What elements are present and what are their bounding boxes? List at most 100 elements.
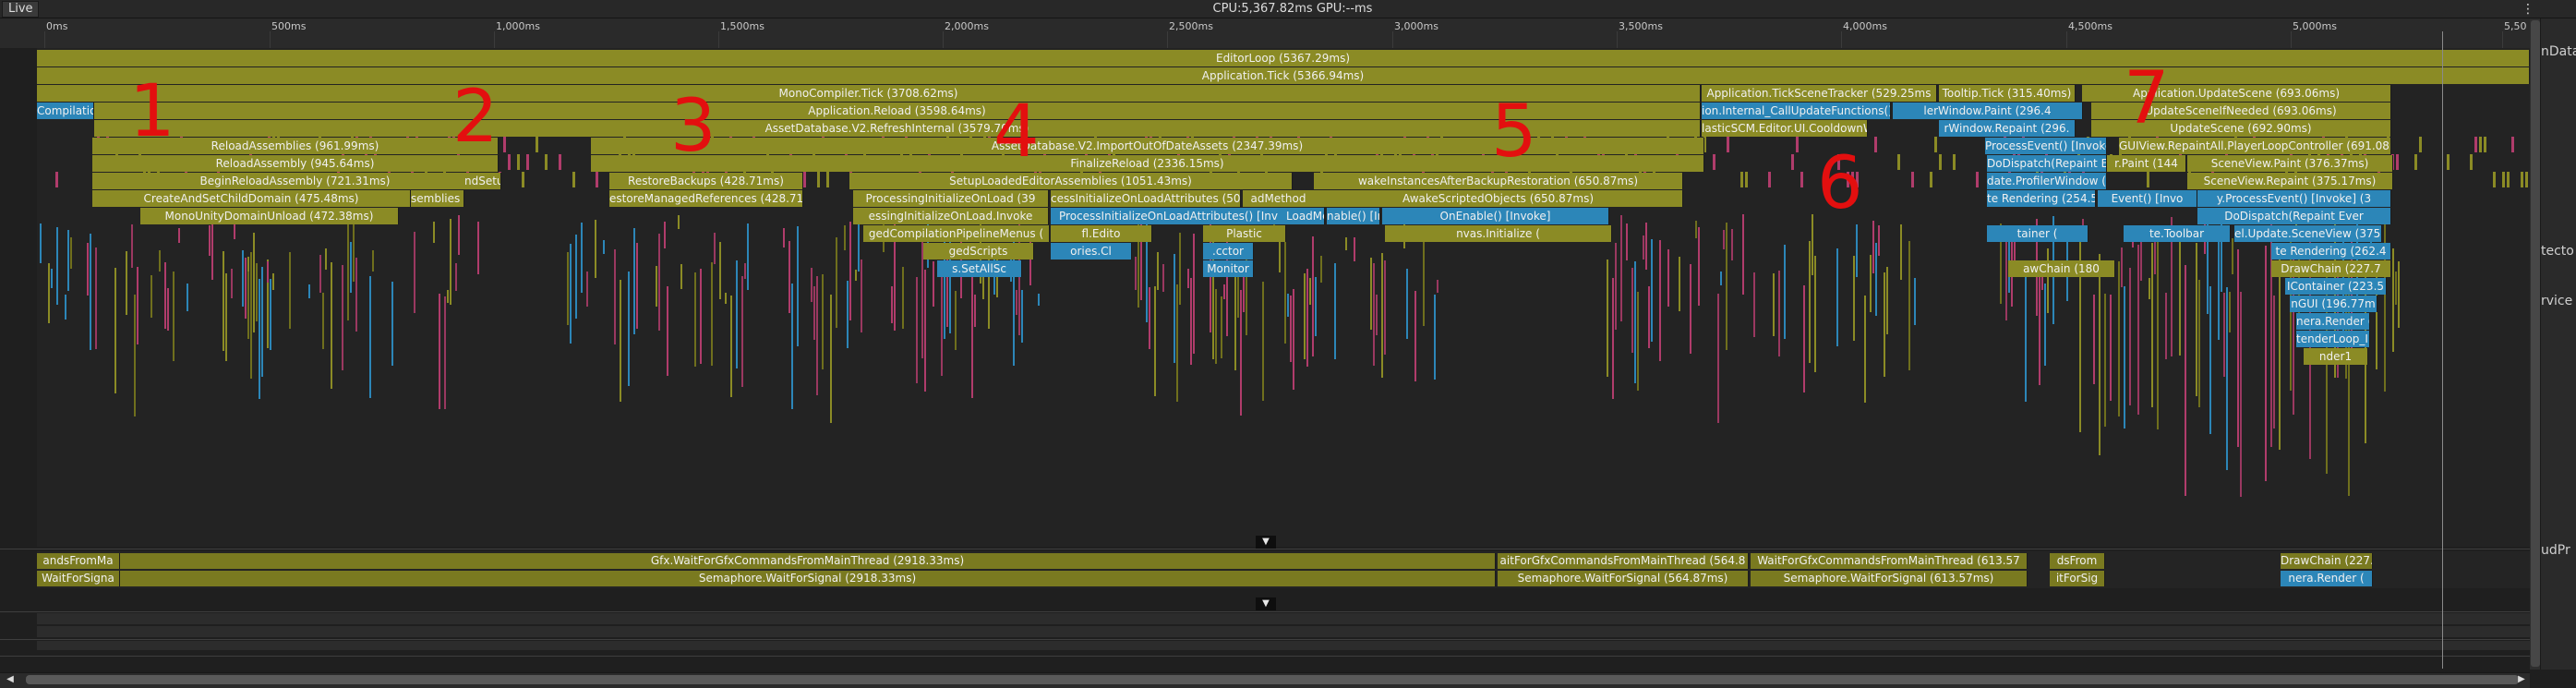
flame-sample-bar[interactable]: Application.Tick (5366.94ms) [37,67,2530,84]
render-sample-bar[interactable]: andsFromMa [37,553,120,569]
flame-sample-bar[interactable]: gedScripts [923,243,1034,260]
flame-sample-bar[interactable]: Compilatio [37,103,94,119]
flame-sample-bar[interactable]: nder1 [2304,348,2368,365]
flame-sample-bar[interactable]: Tooltip.Tick (315.40ms) [1939,85,2076,102]
flame-sample-bar[interactable]: Application.TickSceneTracker (529.25ms [1702,85,1937,102]
render-thread-flame-chart[interactable]: andsFromMa Gfx.WaitForGfxCommandsFromMain… [37,551,2530,588]
flame-sample-bar[interactable]: nable() [In [1327,208,1380,224]
scroll-left-icon[interactable]: ◀ [4,673,17,686]
flame-sample-bar[interactable]: OnEnable() [Invoke] [1382,208,1609,224]
flame-sample-bar[interactable]: te.Toolbar [2124,225,2231,242]
main-thread-flame-chart[interactable]: EditorLoop (5367.29ms) Application.Tick (… [37,48,2530,547]
frame-stats: CPU:5,367.82ms GPU:--ms [1212,2,1373,16]
flame-sample-bar[interactable]: nera.Render ( [2296,313,2370,330]
flame-sample-bar[interactable]: r.Paint (144 [2107,155,2186,172]
flame-sample-bar[interactable]: te Rendering (262.4 [2271,243,2391,260]
flame-sample-bar[interactable]: rWindow.Repaint (296. [1939,120,2076,137]
live-button[interactable]: Live [2,1,39,18]
flame-sample-bar[interactable]: RestoreBackups (428.71ms) [609,173,803,189]
render-sample-bar[interactable]: nera.Render ( [2281,571,2373,586]
flame-sample-bar[interactable]: UpdateSceneIfNeeded (693.06ms) [2091,103,2391,119]
flame-sample-bar[interactable]: el.Update.SceneView (375.07 [2234,225,2382,242]
flame-sample-bar[interactable]: EditorLoop (5367.29ms) [37,50,2530,66]
flame-sample-bar[interactable]: DrawChain (227.7 [2271,260,2391,277]
render-sample-bar[interactable]: aitForGfxCommandsFromMainThread (564.8 [1498,553,1749,569]
flame-sample-bar[interactable]: SetupLoadedEditorAssemblies (1051.43ms) [849,173,1293,189]
flame-sample-bar[interactable]: IContainer (223.5 [2285,278,2387,295]
collapse-render-thread-button[interactable]: ▼ [1256,597,1276,610]
render-sample-bar[interactable]: WaitForGfxCommandsFromMainThread (613.57 [1751,553,2028,569]
flame-sample-bar[interactable]: Monitor [1203,260,1254,277]
scroll-right-icon[interactable]: ▶ [2515,673,2528,686]
flame-sample-bar[interactable]: estoreManagedReferences (428.71 [609,190,803,207]
flame-sample-bar[interactable]: .cctor [1203,243,1254,260]
ruler-tick-label: 0ms [46,20,68,32]
flame-sample-bar[interactable]: ProcessEvent() [Invoke] [1985,138,2107,154]
flame-sample-bar[interactable]: cessInitializeOnLoadAttributes (501.91 [1051,190,1241,207]
lane-separator [0,639,2530,640]
side-label: tecto [2541,244,2574,259]
ruler-tick-label: 500ms [271,20,307,32]
render-sample-bar[interactable]: WaitForSigna [37,571,120,586]
ruler-tick-label: 4,000ms [1843,20,1887,32]
flame-sample-bar[interactable]: Application.UpdateScene (693.06ms) [2082,85,2391,102]
flame-sample-bar[interactable]: LoadMet [1286,208,1325,224]
flame-sample-bar[interactable]: Plastic [1203,225,1286,242]
flame-sample-bar[interactable]: lasticSCM.Editor.UI.CooldownWind [1702,120,1868,137]
flame-sample-bar[interactable]: ReloadAssemblies (961.99ms) [92,138,499,154]
flame-sample-bar[interactable]: tainer ( [1987,225,2088,242]
flame-sample-bar[interactable]: date.ProfilerWindow (2 [1987,173,2107,189]
flame-sample-bar[interactable]: AssetDatabase.V2.ImportOutOfDateAssets (… [591,138,1704,154]
flame-sample-bar[interactable]: adMethod [1243,190,1315,207]
flame-sample-bar[interactable]: s.SetAllSc [937,260,1022,277]
flame-sample-bar[interactable]: nvas.Initialize ( [1385,225,1612,242]
flame-sample-bar[interactable]: ories.Cl [1051,243,1132,260]
flame-sample-bar[interactable]: Event() [Invo [2098,190,2197,207]
lane-separator [0,611,2530,612]
flame-sample-bar[interactable]: MonoUnityDomainUnload (472.38ms) [140,208,399,224]
flame-sample-bar[interactable]: ion.Internal_CallUpdateFunctions() [Invo [1702,103,1891,119]
lane-separator [0,656,2530,657]
flame-sample-bar[interactable]: Application.Reload (3598.64ms) [94,103,1701,119]
flame-sample-bar[interactable]: MonoCompiler.Tick (3708.62ms) [37,85,1701,102]
flame-sample-bar[interactable]: BeginReloadAssembly (721.31ms) [92,173,499,189]
flame-sample-bar[interactable]: te Rendering (254.5 [1987,190,2096,207]
flame-sample-bar[interactable]: FinalizeReload (2336.15ms) [591,155,1704,172]
flame-sample-bar[interactable]: SceneView.Repaint (375.17ms) [2187,173,2393,189]
flame-sample-bar[interactable]: nGUI (196.77m [2290,296,2377,312]
flame-sample-bar[interactable]: UpdateScene (692.90ms) [2091,120,2391,137]
flame-sample-bar[interactable]: fl.Edito [1051,225,1152,242]
render-sample-bar[interactable]: itForSig [2050,571,2105,586]
flame-sample-bar[interactable]: ReloadAssembly (945.64ms) [92,155,499,172]
flame-sample-bar[interactable]: semblies (1 [411,190,464,207]
flame-sample-bar[interactable]: CreateAndSetChildDomain (475.48ms) [92,190,411,207]
ruler-tick-label: 2,500ms [1169,20,1213,32]
side-label: rvice [2541,294,2573,308]
flame-sample-bar[interactable]: SceneView.Paint (376.37ms) [2187,155,2393,172]
flame-sample-bar[interactable]: awChain (180 [2008,260,2115,277]
flame-sample-bar[interactable]: tenderLoop_In [2296,331,2370,347]
flame-sample-bar[interactable]: wakeInstancesAfterBackupRestoration (650… [1314,173,1683,189]
flame-sample-bar[interactable]: essingInitializeOnLoad.Invoke [853,208,1049,224]
render-sample-bar[interactable]: Semaphore.WaitForSignal (564.87ms) [1498,571,1749,586]
flame-sample-bar[interactable]: ProcessingInitializeOnLoad (39 [853,190,1049,207]
render-sample-bar[interactable]: Semaphore.WaitForSignal (613.57ms) [1751,571,2028,586]
kebab-icon[interactable]: ⋮ [2522,1,2534,18]
flame-sample-bar[interactable]: DoDispatch(Repaint Ever [2197,208,2391,224]
flame-sample-bar[interactable]: AssetDatabase.V2.RefreshInternal (3579.7… [94,120,1701,137]
vertical-scrollbar-thumb[interactable] [2531,20,2540,667]
horizontal-scrollbar-thumb[interactable] [26,675,2519,684]
render-sample-bar[interactable]: Gfx.WaitForGfxCommandsFromMainThread (29… [120,553,1496,569]
flame-sample-bar[interactable]: y.ProcessEvent() [Invoke] (3 [2197,190,2391,207]
flame-sample-bar[interactable]: AwakeScriptedObjects (650.87ms) [1314,190,1683,207]
flame-sample-bar[interactable]: DoDispatch(Repaint E [1987,155,2107,172]
flame-sample-bar[interactable]: gedCompilationPipelineMenus ( [863,225,1050,242]
render-sample-bar[interactable]: DrawChain (227.2 [2281,553,2373,569]
render-sample-bar[interactable]: Semaphore.WaitForSignal (2918.33ms) [120,571,1496,586]
flame-sample-bar[interactable]: ndSetup [464,173,501,189]
collapse-main-thread-button[interactable]: ▼ [1256,536,1276,549]
render-sample-bar[interactable]: dsFrom [2050,553,2105,569]
flame-sample-bar[interactable]: lerWindow.Paint (296.4 [1893,103,2083,119]
flame-sample-bar[interactable]: ProcessInitializeOnLoadAttributes() [Inv [1051,208,1287,224]
flame-sample-bar[interactable]: GUIView.RepaintAll.PlayerLoopController … [2119,138,2391,154]
